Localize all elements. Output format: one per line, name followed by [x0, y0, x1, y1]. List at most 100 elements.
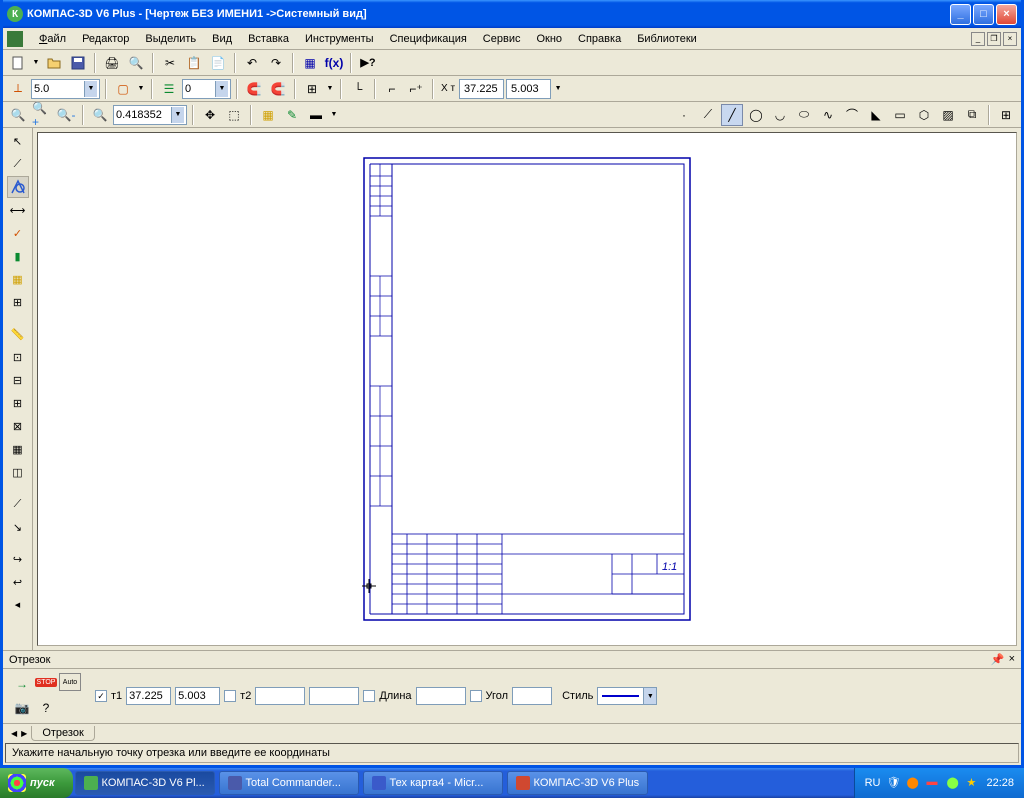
lt-t9[interactable]: ↪ [7, 548, 29, 570]
task-totalcmd[interactable]: Total Commander... [219, 771, 359, 795]
tray-icon-2[interactable]: ⬤ [906, 776, 920, 790]
state-dropdown-arrow[interactable]: ▼ [136, 78, 146, 100]
angle-checkbox[interactable] [470, 690, 482, 702]
geom-line-button[interactable]: ╱ [721, 104, 743, 126]
style-dropdown[interactable]: ▼ [597, 687, 657, 705]
geom-assemble-button[interactable]: ⊞ [995, 104, 1017, 126]
manager-button[interactable]: ▦ [299, 52, 321, 74]
ortho-button[interactable]: └ [347, 78, 369, 100]
geom-spline-button[interactable]: ∿ [817, 104, 839, 126]
geom-ellipse-button[interactable]: ⬭ [793, 104, 815, 126]
tray-icon-5[interactable]: ★ [966, 776, 980, 790]
help2-button[interactable]: ? [35, 697, 57, 719]
mdi-minimize[interactable]: _ [971, 32, 985, 46]
zoom-dropdown[interactable]: ▼ [113, 105, 187, 125]
open-button[interactable] [43, 52, 65, 74]
menu-select[interactable]: Выделить [137, 31, 204, 47]
menu-insert[interactable]: Вставка [240, 31, 297, 47]
print-button[interactable]: 🖨 [101, 52, 123, 74]
t2x-input[interactable] [255, 687, 305, 705]
angle-input[interactable] [512, 687, 552, 705]
state-button[interactable]: ▢ [112, 78, 134, 100]
variables-button[interactable]: f(x) [323, 52, 345, 74]
length-input[interactable] [416, 687, 466, 705]
zoom-input[interactable] [116, 109, 171, 121]
geom-arc-button[interactable]: ◡ [769, 104, 791, 126]
start-button[interactable]: пуск [0, 768, 73, 798]
new-button[interactable] [7, 52, 29, 74]
tool-b-arrow[interactable]: ▼ [329, 104, 339, 126]
tray-icon-1[interactable]: 🛡 [886, 776, 900, 790]
layer-input[interactable] [185, 83, 215, 95]
t1-checkbox[interactable]: ✓ [95, 690, 107, 702]
menu-help[interactable]: Справка [570, 31, 629, 47]
redraw-button[interactable]: ▦ [257, 104, 279, 126]
task-kompas[interactable]: КОМПАС-3D V6 Pl... [75, 771, 215, 795]
tool-a-button[interactable]: ✎ [281, 104, 303, 126]
step-arrow[interactable]: ▼ [84, 81, 97, 97]
zoom-out-button[interactable]: 🔍- [55, 104, 77, 126]
lt-text[interactable]: ▮ [7, 245, 29, 267]
redo-button[interactable]: ↷ [265, 52, 287, 74]
step-button[interactable]: ⟂ [7, 78, 29, 100]
task-kompas2[interactable]: КОМПАС-3D V6 Plus [507, 771, 649, 795]
tray-icon-4[interactable]: ⬤ [946, 776, 960, 790]
lt-unused1[interactable]: ⟋ [7, 153, 29, 175]
minimize-button[interactable]: _ [950, 4, 971, 25]
geom-fillet-button[interactable]: ⌒ [841, 104, 863, 126]
preview-button[interactable]: 🔍 [125, 52, 147, 74]
style-arrow[interactable]: ▼ [643, 688, 656, 704]
menu-libs[interactable]: Библиотеки [629, 31, 705, 47]
pan-button[interactable]: ✥ [199, 104, 221, 126]
snap-off-button[interactable]: 🧲 [267, 78, 289, 100]
lt-params[interactable]: ⊞ [7, 291, 29, 313]
zoom-scale-button[interactable]: 🔍 [89, 104, 111, 126]
local-cs-xy-button[interactable]: ⌐⁺ [405, 78, 427, 100]
create-object-button[interactable]: → [11, 673, 33, 695]
lt-t3[interactable]: ⊞ [7, 392, 29, 414]
geom-chamfer-button[interactable]: ◣ [865, 104, 887, 126]
geom-equid-button[interactable]: ⧉ [961, 104, 983, 126]
snap-on-button[interactable]: 🧲 [243, 78, 265, 100]
cut-button[interactable]: ✂ [159, 52, 181, 74]
t2-checkbox[interactable] [224, 690, 236, 702]
lt-t1[interactable]: ⊡ [7, 346, 29, 368]
menu-view[interactable]: Вид [204, 31, 240, 47]
geom-point-button[interactable]: · [673, 104, 695, 126]
maximize-button[interactable]: □ [973, 4, 994, 25]
menu-tools[interactable]: Инструменты [297, 31, 382, 47]
geom-aux-button[interactable]: ⟋ [697, 104, 719, 126]
help-cursor-button[interactable]: ▶? [357, 52, 379, 74]
copy-button[interactable]: 📋 [183, 52, 205, 74]
mdi-close[interactable]: × [1003, 32, 1017, 46]
mdi-restore[interactable]: ❐ [987, 32, 1001, 46]
task-word[interactable]: Тех карта4 - Micr... [363, 771, 503, 795]
menu-file[interactable]: Файл [31, 31, 74, 47]
lt-geometry[interactable] [7, 176, 29, 198]
panel-pin-icon[interactable]: 📌 [991, 653, 1005, 666]
length-checkbox[interactable] [363, 690, 375, 702]
layer-dropdown[interactable]: ▼ [182, 79, 231, 99]
zoom-arrow[interactable]: ▼ [171, 107, 184, 123]
new-dropdown[interactable]: ▼ [31, 52, 41, 74]
lt-symbols[interactable]: ✓ [7, 222, 29, 244]
undo-button[interactable]: ↶ [241, 52, 263, 74]
tray-icon-3[interactable]: ▬ [926, 776, 940, 790]
lt-t5[interactable]: ▦ [7, 438, 29, 460]
lt-t7[interactable]: ⟋ [7, 493, 29, 515]
tab-segment[interactable]: Отрезок [31, 726, 94, 741]
tab-nav-right[interactable]: ▶ [21, 729, 27, 738]
lt-dimensions[interactable]: ⟷ [7, 199, 29, 221]
tray-lang[interactable]: RU [865, 777, 881, 789]
step-dropdown[interactable]: ▼ [31, 79, 100, 99]
lt-t2[interactable]: ⊟ [7, 369, 29, 391]
lt-t10[interactable]: ↩ [7, 571, 29, 593]
close-button[interactable]: × [996, 4, 1017, 25]
coord-dropdown-arrow[interactable]: ▼ [553, 78, 563, 100]
panel-close-icon[interactable]: × [1009, 653, 1015, 666]
camera-button[interactable]: 📷 [11, 697, 33, 719]
layer-arrow[interactable]: ▼ [215, 81, 228, 97]
zoom-window-button[interactable]: ⬚ [223, 104, 245, 126]
t1y-input[interactable] [175, 687, 220, 705]
zoom-in-button[interactable]: 🔍+ [31, 104, 53, 126]
